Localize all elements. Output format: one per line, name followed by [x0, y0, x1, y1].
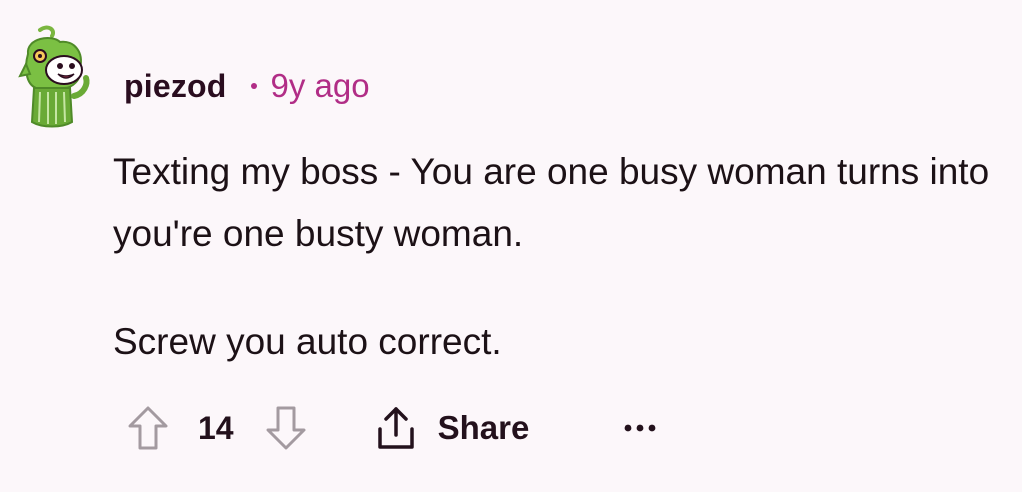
- share-label: Share: [437, 409, 530, 446]
- comment-actions: 14 Share: [120, 400, 665, 456]
- share-button[interactable]: Share: [374, 405, 530, 451]
- share-upload-icon: [377, 407, 414, 449]
- timestamp[interactable]: 9y ago: [271, 67, 370, 105]
- comment-body: Texting my boss - You are one busy woman…: [113, 141, 993, 373]
- downvote-button[interactable]: [258, 400, 314, 456]
- avatar[interactable]: [18, 24, 96, 128]
- more-options-icon: [624, 424, 656, 432]
- comment-meta: piezod 9y ago: [124, 64, 370, 108]
- more-options-button[interactable]: [615, 408, 665, 448]
- comment-paragraph: Screw you auto correct.: [113, 321, 502, 362]
- comment-paragraph: Texting my boss - You are one busy woman…: [113, 151, 990, 254]
- separator-dot: [250, 83, 257, 89]
- upvote-button[interactable]: [120, 400, 176, 456]
- downvote-arrow-icon: [266, 406, 306, 450]
- comment: piezod 9y ago Texting my boss - You are …: [0, 0, 1022, 492]
- username[interactable]: piezod: [124, 68, 227, 105]
- vote-score: 14: [198, 409, 234, 446]
- avatar-image: [18, 25, 90, 128]
- upvote-arrow-icon: [128, 406, 168, 450]
